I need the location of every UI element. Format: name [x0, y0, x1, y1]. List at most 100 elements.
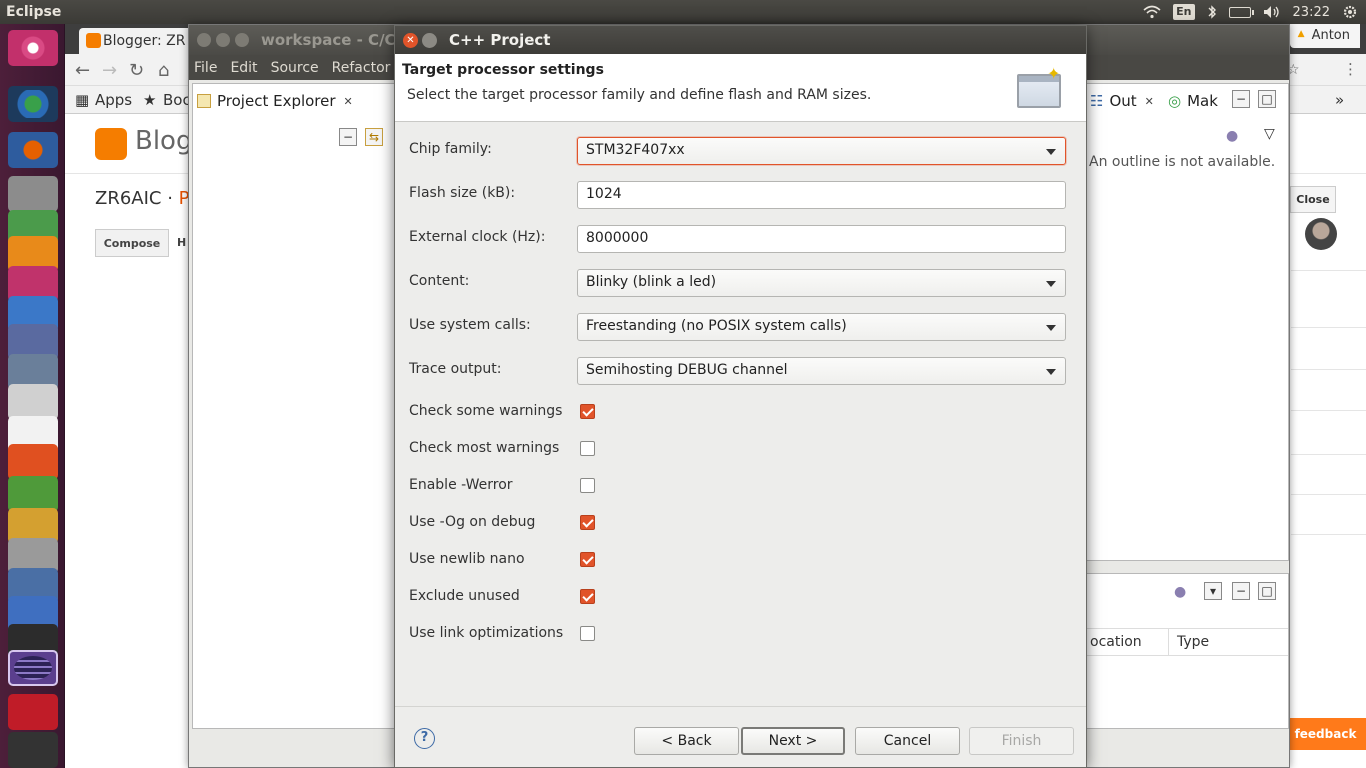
- dialog-minimize-icon[interactable]: [422, 33, 437, 48]
- editor-icon[interactable]: [8, 476, 58, 512]
- cancel-button[interactable]: Cancel: [855, 727, 960, 755]
- menu-edit[interactable]: Edit: [230, 60, 257, 76]
- column-type[interactable]: Type: [1177, 634, 1209, 650]
- volume-icon[interactable]: [1263, 5, 1281, 19]
- help-icon[interactable]: ?: [414, 728, 435, 749]
- check-label: Use link optimizations: [409, 625, 564, 641]
- use-newlib-nano-checkbox[interactable]: [580, 552, 595, 567]
- row-chip-family: Chip family: STM32F407xx: [395, 137, 1086, 165]
- audacity-icon[interactable]: [8, 444, 58, 480]
- chip-family-select[interactable]: STM32F407xx: [577, 137, 1066, 165]
- chevron-down-icon: [1046, 149, 1056, 155]
- row-external-clock: External clock (Hz): 8000000: [395, 225, 1086, 253]
- dialog-titlebar: ✕ C++ Project: [395, 26, 1086, 54]
- view-menu-bubbles-icon[interactable]: ●: [1226, 128, 1238, 144]
- collapse-all-icon[interactable]: −: [339, 128, 357, 146]
- column-divider: [1168, 629, 1169, 655]
- sd-card-icon[interactable]: [8, 694, 58, 730]
- eclipse-minimize-icon[interactable]: [216, 33, 230, 47]
- trace-output-label: Trace output:: [409, 361, 502, 377]
- column-location[interactable]: ocation: [1090, 634, 1142, 650]
- trace-output-select[interactable]: Semihosting DEBUG channel: [577, 357, 1066, 385]
- chevron-down-icon[interactable]: ▾: [1204, 582, 1222, 600]
- tab-make[interactable]: ◎ Mak: [1168, 86, 1218, 116]
- bookmark-apps[interactable]: Apps: [95, 91, 132, 109]
- enable-werror-checkbox[interactable]: [580, 478, 595, 493]
- flash-size-input[interactable]: 1024: [577, 181, 1066, 209]
- use-og-on-debug-checkbox[interactable]: [580, 515, 595, 530]
- cpp-project-dialog: ✕ C++ Project Target processor settings …: [394, 25, 1087, 768]
- browser-menu-icon[interactable]: ⋮: [1343, 60, 1358, 78]
- chevron-down-icon[interactable]: ▽: [1264, 126, 1275, 142]
- content-value: Blinky (blink a led): [586, 274, 717, 290]
- check-label: Enable -Werror: [409, 477, 513, 493]
- tab-outline[interactable]: ☷ Out ✕: [1090, 86, 1154, 116]
- use-link-optimizations-checkbox[interactable]: [580, 626, 595, 641]
- device-icon[interactable]: [8, 732, 58, 768]
- firefox-icon[interactable]: [8, 132, 58, 168]
- globe-app-icon[interactable]: [8, 86, 58, 122]
- menu-source[interactable]: Source: [271, 60, 319, 76]
- minimize-icon[interactable]: −: [1232, 582, 1250, 600]
- compose-button[interactable]: Compose: [95, 229, 169, 257]
- keyboard-language-indicator[interactable]: En: [1173, 4, 1195, 20]
- eclipse-close-icon[interactable]: [197, 33, 211, 47]
- home-icon[interactable]: ⌂: [158, 60, 169, 81]
- make-target-icon: ◎: [1168, 92, 1182, 110]
- top-panel: Eclipse En 23:22: [0, 0, 1366, 24]
- eclipse-icon[interactable]: [8, 650, 58, 686]
- view-menu-bubbles-icon[interactable]: ●: [1174, 584, 1186, 600]
- feedback-button[interactable]: feedback: [1285, 718, 1366, 750]
- html-tab-partial[interactable]: H: [177, 236, 186, 249]
- content-label: Content:: [409, 273, 470, 289]
- row-content: Content: Blinky (blink a led): [395, 269, 1086, 297]
- gear-icon[interactable]: [1342, 4, 1358, 20]
- reload-icon[interactable]: ↻: [129, 60, 144, 81]
- chip-family-label: Chip family:: [409, 141, 492, 157]
- close-icon[interactable]: ✕: [344, 95, 353, 108]
- link-editor-icon[interactable]: ⇆: [365, 128, 383, 146]
- back-button[interactable]: < Back: [634, 727, 739, 755]
- blogger-favicon-icon: [86, 33, 101, 48]
- exclude-unused-checkbox[interactable]: [580, 589, 595, 604]
- row-trace-output: Trace output: Semihosting DEBUG channel: [395, 357, 1086, 385]
- finish-button[interactable]: Finish: [969, 727, 1074, 755]
- minimize-icon[interactable]: −: [1232, 90, 1250, 108]
- tab-project-explorer[interactable]: Project Explorer ✕: [197, 86, 353, 116]
- check-most-warnings-checkbox[interactable]: [580, 441, 595, 456]
- menu-file[interactable]: File: [194, 60, 217, 76]
- clock[interactable]: 23:22: [1293, 5, 1330, 20]
- files-icon[interactable]: [8, 176, 58, 212]
- eclipse-maximize-icon[interactable]: [235, 33, 249, 47]
- chevron-down-icon: [1046, 325, 1056, 331]
- bluetooth-icon[interactable]: [1207, 4, 1217, 20]
- project-explorer-label: Project Explorer: [217, 92, 336, 110]
- check-label: Exclude unused: [409, 588, 520, 604]
- profile-button[interactable]: Anton: [1289, 24, 1360, 48]
- content-select[interactable]: Blinky (blink a led): [577, 269, 1066, 297]
- bookmark-partial[interactable]: Boc: [163, 91, 191, 109]
- bookmarks-chevron-icon[interactable]: »: [1335, 91, 1344, 109]
- forward-arrow-icon[interactable]: →: [102, 60, 117, 81]
- close-icon[interactable]: ✕: [1145, 95, 1154, 108]
- avatar[interactable]: [1305, 218, 1337, 250]
- battery-icon[interactable]: [1228, 6, 1254, 18]
- dialog-close-icon[interactable]: ✕: [403, 33, 418, 48]
- close-button[interactable]: Close: [1290, 186, 1336, 213]
- printer-icon[interactable]: [8, 384, 58, 420]
- external-clock-input[interactable]: 8000000: [577, 225, 1066, 253]
- apps-grid-icon[interactable]: ▦: [75, 91, 89, 109]
- wizard-page-description: Select the target processor family and d…: [407, 87, 872, 103]
- dash-home-icon[interactable]: [8, 30, 58, 66]
- next-button[interactable]: Next >: [741, 727, 845, 755]
- chevron-down-icon: [1046, 281, 1056, 287]
- check-label: Check most warnings: [409, 440, 560, 456]
- menu-refactor[interactable]: Refactor: [332, 60, 391, 76]
- check-some-warnings-checkbox[interactable]: [580, 404, 595, 419]
- maximize-icon[interactable]: □: [1258, 90, 1276, 108]
- system-calls-select[interactable]: Freestanding (no POSIX system calls): [577, 313, 1066, 341]
- back-arrow-icon[interactable]: ←: [75, 60, 90, 81]
- check-label: Check some warnings: [409, 403, 563, 419]
- maximize-icon[interactable]: □: [1258, 582, 1276, 600]
- wifi-icon[interactable]: [1143, 5, 1161, 19]
